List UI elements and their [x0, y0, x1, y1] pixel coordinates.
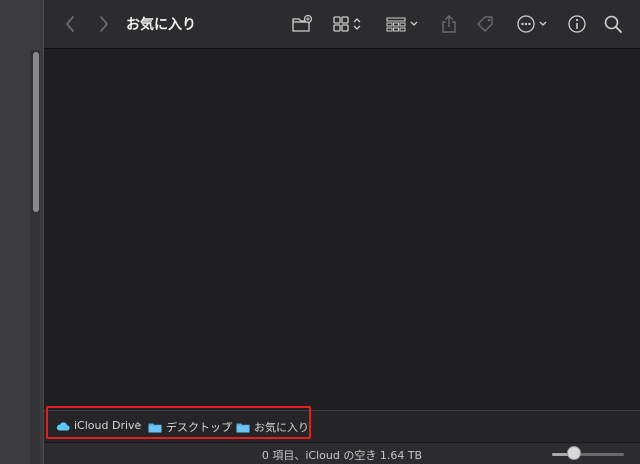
path-item-icloud-drive[interactable]: iCloud Drive — [56, 419, 141, 432]
more-actions-icon[interactable] — [514, 12, 552, 36]
sidebar-scrollbar-thumb[interactable] — [33, 52, 39, 212]
toolbar: お気に入り — [44, 0, 640, 49]
zoom-slider-knob[interactable] — [566, 446, 581, 460]
path-item-label: デスクトップ — [166, 421, 232, 434]
path-bar: iCloud Drive › デスクトップ › お気に入り — [44, 410, 640, 442]
share-icon[interactable] — [438, 12, 460, 36]
group-icon[interactable] — [384, 13, 422, 35]
info-icon[interactable] — [566, 12, 588, 36]
folder-icon — [236, 422, 250, 433]
path-item-favorites[interactable]: お気に入り — [236, 419, 309, 435]
tag-icon[interactable] — [474, 12, 496, 36]
path-separator: › — [136, 417, 141, 431]
icloud-icon — [56, 421, 70, 431]
icon-view-icon[interactable] — [330, 13, 366, 35]
path-item-label: お気に入り — [254, 421, 309, 434]
search-icon[interactable] — [602, 12, 624, 36]
folder-icon — [148, 422, 162, 433]
status-bar: 0 項目、iCloud の空き 1.64 TB — [44, 442, 640, 464]
forward-icon[interactable] — [94, 14, 114, 34]
status-text: 0 項目、iCloud の空き 1.64 TB — [261, 449, 423, 462]
file-content-area[interactable] — [44, 49, 640, 410]
path-item-label: iCloud Drive — [74, 419, 142, 432]
path-separator: › — [226, 417, 231, 431]
new-folder-icon[interactable] — [290, 13, 314, 35]
window-title: お気に入り — [126, 17, 196, 33]
path-item-desktop[interactable]: デスクトップ — [148, 419, 232, 435]
back-icon[interactable] — [60, 14, 80, 34]
